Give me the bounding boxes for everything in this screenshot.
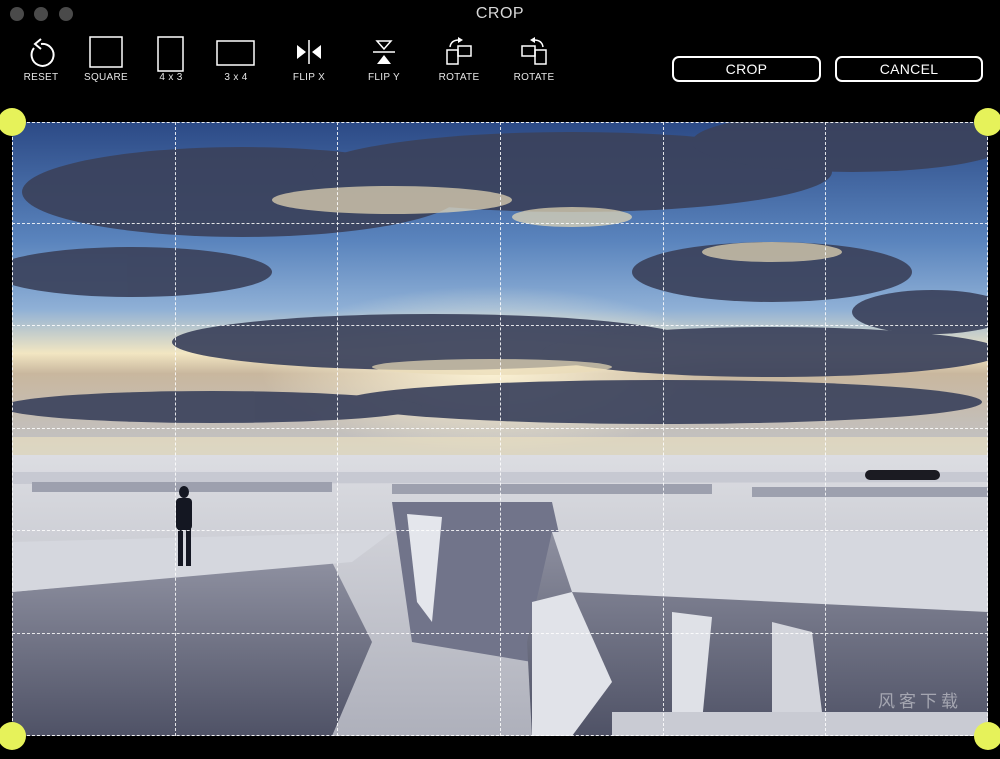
rotate-right-label: ROTATE: [438, 72, 480, 83]
crop-frame[interactable]: [12, 122, 988, 736]
reset-label: RESET: [23, 72, 59, 83]
rotate-right-icon: [446, 37, 472, 65]
ratio-4x3-label: 4 x 3: [159, 72, 183, 83]
rotate-left-label: ROTATE: [513, 72, 555, 83]
ratio-3x4-button[interactable]: 3 x 4: [201, 36, 271, 83]
watermark-text: 风客下载: [878, 692, 962, 712]
crop-handle-top-right[interactable]: [974, 108, 1000, 136]
crop-button[interactable]: CROP: [672, 56, 821, 82]
flip-horizontal-icon: [297, 40, 321, 64]
square-label: SQUARE: [83, 72, 129, 83]
flip-x-label: FLIP X: [292, 72, 326, 83]
reset-button[interactable]: RESET: [6, 36, 76, 83]
title-bar: CROP: [0, 0, 1000, 28]
square-icon: [89, 36, 123, 68]
crop-handle-bottom-right[interactable]: [974, 722, 1000, 750]
cancel-button[interactable]: CANCEL: [835, 56, 983, 82]
window-title: CROP: [475, 5, 525, 22]
rotate-left-button[interactable]: ROTATE: [499, 36, 569, 83]
reset-icon: [30, 38, 55, 67]
crop-canvas[interactable]: 风客下载: [12, 122, 988, 736]
flip-y-label: FLIP Y: [367, 72, 400, 83]
crop-handle-bottom-left[interactable]: [0, 722, 26, 750]
rotate-right-button[interactable]: ROTATE: [424, 36, 494, 83]
square-button[interactable]: SQUARE: [71, 36, 141, 83]
flip-vertical-icon: [373, 40, 395, 64]
landscape-rect-icon: [216, 40, 255, 66]
ratio-4x3-button[interactable]: 4 x 3: [136, 36, 206, 83]
flip-x-button[interactable]: FLIP X: [274, 36, 344, 83]
rotate-left-icon: [521, 37, 547, 65]
ratio-3x4-label: 3 x 4: [224, 72, 248, 83]
portrait-rect-icon: [157, 36, 184, 72]
flip-y-button[interactable]: FLIP Y: [349, 36, 419, 83]
